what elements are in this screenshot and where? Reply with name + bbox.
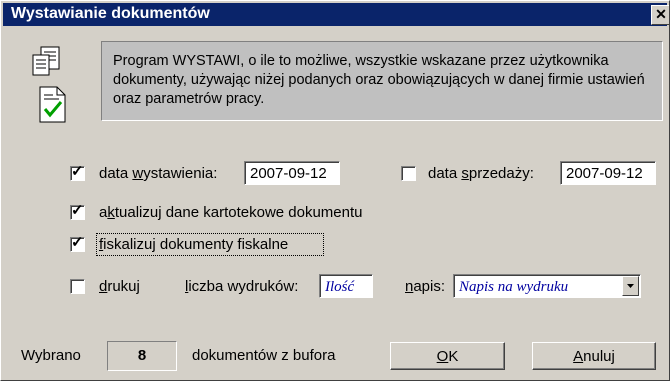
dialog-window: Wystawianie dokumentów ✕ Program WYSTAWI… (0, 0, 670, 381)
document-count: 8 (107, 341, 177, 371)
napis-label: napis: (405, 278, 446, 295)
drukuj-label: drukuj (99, 278, 140, 295)
cancel-button[interactable]: Anuluj (532, 342, 656, 370)
dropdown-button[interactable] (622, 276, 639, 296)
documents-stack-icon (32, 46, 60, 76)
data-wystawienia-label: data wystawienia: (99, 165, 218, 182)
liczba-wydrukow-input[interactable]: Ilość (319, 274, 373, 298)
info-panel: Program WYSTAWI, o ile to możliwe, wszys… (101, 41, 663, 121)
wybrano-label: Wybrano (21, 347, 81, 364)
close-icon: ✕ (655, 6, 667, 22)
window-title: Wystawianie dokumentów (11, 5, 210, 22)
ok-button[interactable]: OK (390, 342, 505, 370)
buffer-suffix-label: dokumentów z bufora (192, 347, 336, 364)
drukuj-checkbox[interactable] (70, 279, 85, 294)
napis-select[interactable]: Napis na wydruku (453, 274, 641, 298)
checkmark-icon: ✓ (71, 202, 84, 219)
chevron-down-icon (627, 284, 634, 288)
data-sprzedazy-checkbox[interactable] (401, 166, 416, 181)
title-bar[interactable]: Wystawianie dokumentów ✕ (3, 3, 669, 26)
fiskalizuj-checkbox[interactable]: ✓ (70, 234, 85, 252)
data-sprzedazy-label: data sprzedaży: (428, 165, 534, 182)
data-sprzedazy-input[interactable]: 2007-09-12 (560, 161, 656, 185)
fiskalizuj-label: fiskalizuj dokumenty fiskalne (99, 236, 289, 253)
liczba-wydrukow-label: liczba wydruków: (185, 278, 299, 295)
aktualizuj-checkbox[interactable]: ✓ (70, 202, 85, 220)
napis-select-value: Napis na wydruku (459, 279, 569, 295)
aktualizuj-label: aktualizuj dane kartotekowe dokumentu (99, 204, 363, 221)
data-wystawienia-checkbox[interactable]: ✓ (70, 163, 85, 181)
data-wystawienia-input[interactable]: 2007-09-12 (244, 161, 340, 185)
info-text: Program WYSTAWI, o ile to możliwe, wszys… (113, 53, 645, 107)
checkmark-icon: ✓ (71, 234, 84, 251)
document-checkmark-icon (39, 86, 66, 123)
close-button[interactable]: ✕ (651, 5, 669, 25)
checkmark-icon: ✓ (71, 163, 84, 180)
